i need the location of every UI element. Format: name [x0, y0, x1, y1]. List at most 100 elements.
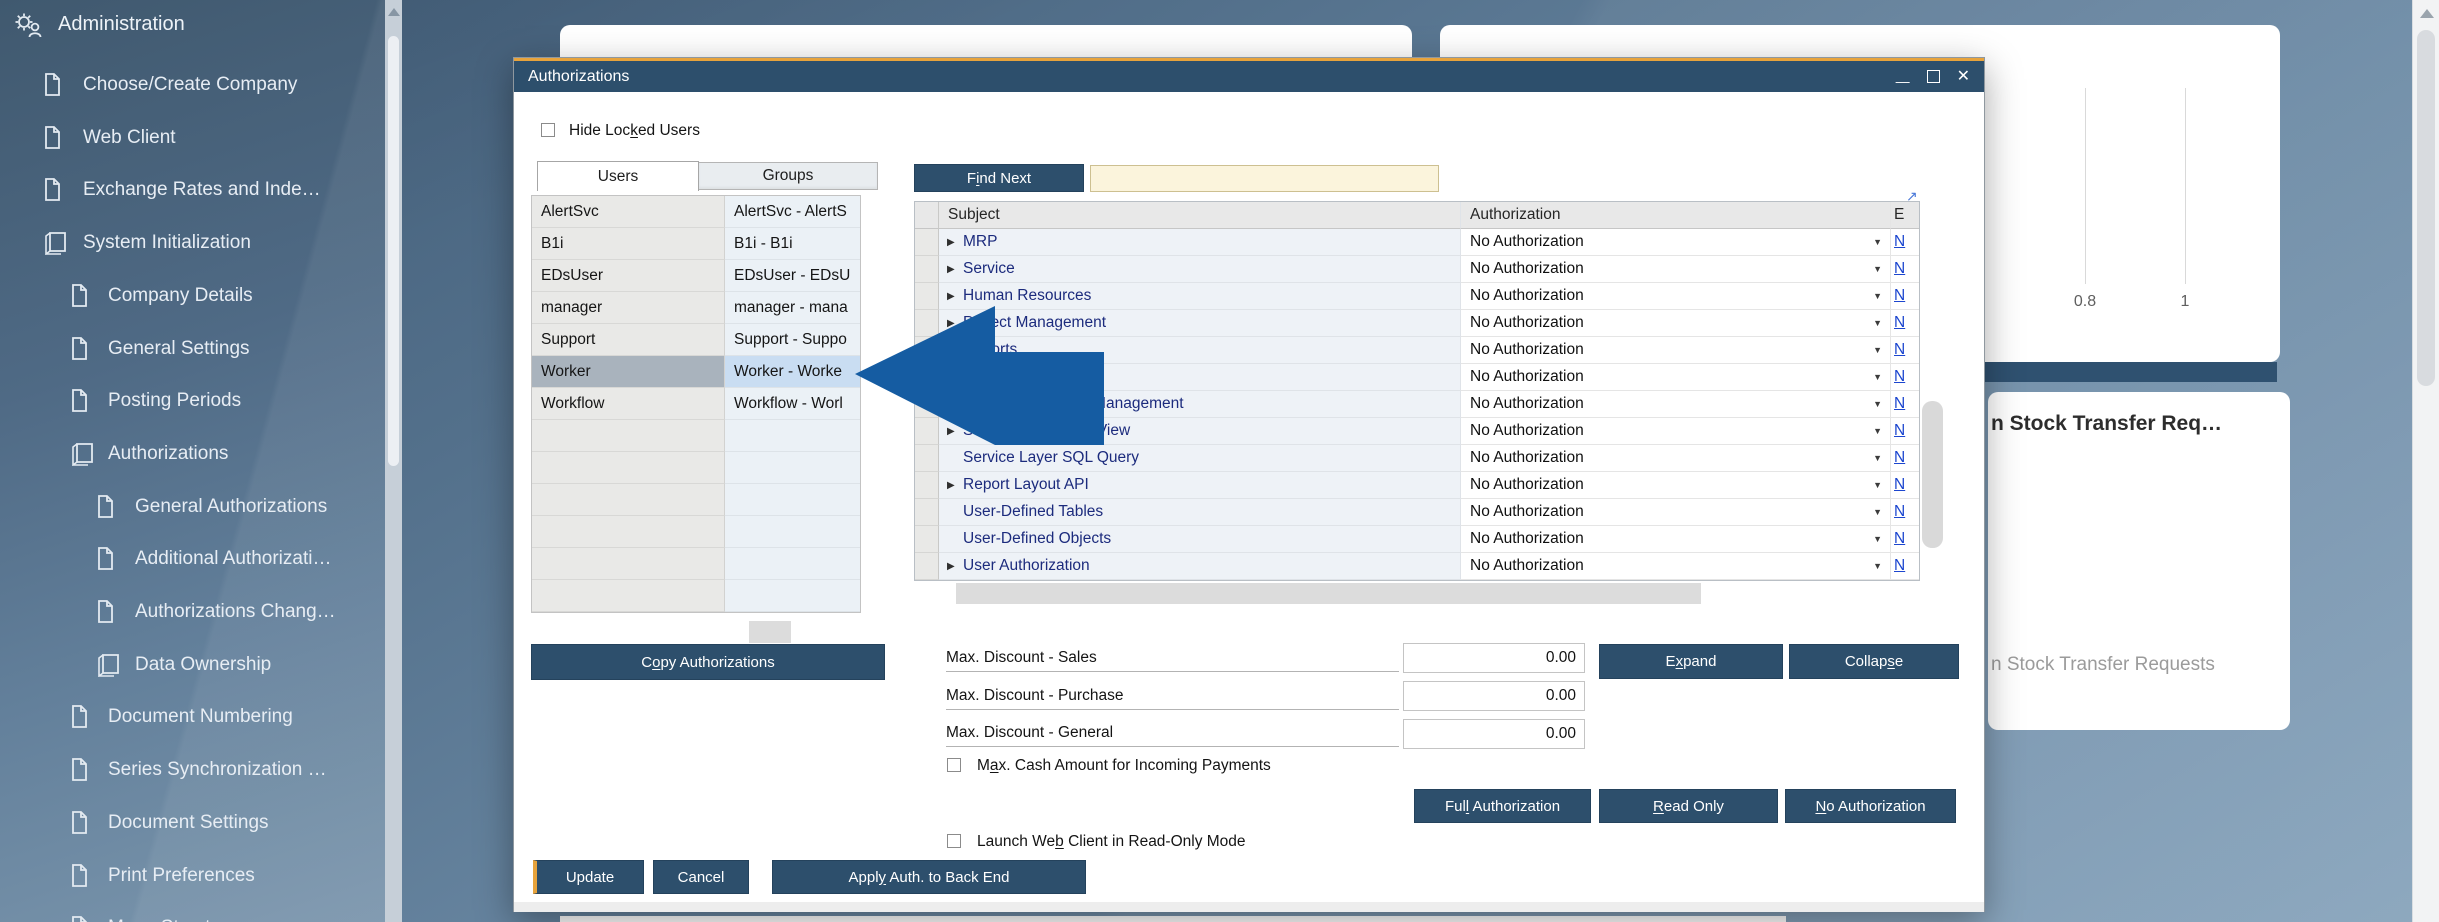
chevron-down-icon[interactable]: ▼ [1873, 372, 1882, 382]
authorization-dropdown-cell[interactable]: No Authorization▼ [1461, 310, 1890, 337]
max-discount-sales-input[interactable]: 0.00 [1403, 643, 1585, 673]
sidebar-item-series-synchronization[interactable]: Series Synchronization … [0, 753, 385, 787]
user-code-cell[interactable] [532, 548, 725, 580]
authorization-link[interactable]: N [1894, 449, 1905, 467]
subject-cell[interactable] [939, 364, 1461, 391]
authorization-dropdown-cell[interactable]: No Authorization▼ [1461, 283, 1890, 310]
authorization-link[interactable]: N [1894, 395, 1905, 413]
expand-button[interactable]: Expand [1599, 644, 1783, 679]
row-selector-cell[interactable] [915, 364, 939, 391]
user-code-cell[interactable]: EDsUser [532, 260, 725, 292]
users-table-hscrollbar-thumb[interactable] [749, 621, 791, 643]
authorization-link[interactable]: N [1894, 260, 1905, 278]
tree-expand-icon[interactable]: ▶ [947, 480, 963, 491]
chevron-down-icon[interactable]: ▼ [1873, 237, 1882, 247]
sidebar-item-authorizations-chang[interactable]: Authorizations Chang… [0, 595, 385, 629]
subject-cell[interactable]: ▶Report Layout API [939, 472, 1461, 499]
user-display-cell[interactable] [725, 516, 860, 548]
user-display-cell[interactable]: Workflow - Worl [725, 388, 860, 420]
subject-cell[interactable]: Service Layer SQL Query [939, 445, 1461, 472]
row-selector-cell[interactable] [915, 310, 939, 337]
user-code-cell[interactable] [532, 580, 725, 612]
grid-header-authorization[interactable]: Authorization [1461, 202, 1890, 229]
user-code-cell[interactable]: Support [532, 324, 725, 356]
user-row-workflow[interactable]: WorkflowWorkflow - Worl [532, 388, 860, 420]
tree-expand-icon[interactable]: ▶ [947, 291, 963, 302]
user-code-cell[interactable]: manager [532, 292, 725, 324]
sidebar-item-additional-authorizati[interactable]: Additional Authorizati… [0, 542, 385, 576]
tree-expand-icon[interactable]: ▶ [947, 561, 963, 572]
sidebar-item-system-initialization[interactable]: System Initialization [0, 226, 385, 260]
row-selector-cell[interactable] [915, 418, 939, 445]
sidebar-item-choose-create-company[interactable]: Choose/Create Company [0, 68, 385, 102]
cancel-button[interactable]: Cancel [653, 860, 749, 894]
launch-web-client-checkbox[interactable] [947, 834, 961, 848]
tree-expand-icon[interactable]: ▶ [947, 264, 963, 275]
max-discount-purchase-input[interactable]: 0.00 [1403, 681, 1585, 711]
sidebar-item-web-client[interactable]: Web Client [0, 121, 385, 155]
sidebar-item-authorizations[interactable]: Authorizations [0, 437, 385, 471]
tree-expand-icon[interactable]: ▶ [947, 345, 963, 356]
authorization-link[interactable]: N [1894, 476, 1905, 494]
user-code-cell[interactable] [532, 452, 725, 484]
sidebar-item-general-settings[interactable]: General Settings [0, 332, 385, 366]
user-code-cell[interactable]: Worker [532, 356, 725, 388]
authorization-link[interactable]: N [1894, 341, 1905, 359]
row-selector-cell[interactable] [915, 526, 939, 553]
sidebar-scroll-up-icon[interactable] [388, 8, 400, 16]
subject-cell[interactable]: ▶Service [939, 256, 1461, 283]
user-row-support[interactable]: SupportSupport - Suppo [532, 324, 860, 356]
authorization-dropdown-cell[interactable]: No Authorization▼ [1461, 553, 1890, 580]
user-code-cell[interactable]: AlertSvc [532, 196, 725, 228]
authorization-dropdown-cell[interactable]: No Authorization▼ [1461, 445, 1890, 472]
sidebar-scrollbar[interactable] [385, 0, 402, 922]
user-row-empty[interactable] [532, 452, 860, 484]
user-display-cell[interactable]: B1i - B1i [725, 228, 860, 260]
tree-expand-icon[interactable]: ▶ [947, 237, 963, 248]
tree-expand-icon[interactable]: ▶ [947, 426, 963, 437]
authorization-dropdown-cell[interactable]: No Authorization▼ [1461, 499, 1890, 526]
user-row-manager[interactable]: managermanager - mana [532, 292, 860, 324]
chevron-down-icon[interactable]: ▼ [1873, 453, 1882, 463]
row-selector-cell[interactable] [915, 229, 939, 256]
authorization-link[interactable]: N [1894, 557, 1905, 575]
chevron-down-icon[interactable]: ▼ [1873, 318, 1882, 328]
authorization-link[interactable]: N [1894, 368, 1905, 386]
user-row-empty[interactable] [532, 484, 860, 516]
user-row-worker[interactable]: WorkerWorker - Worke [532, 356, 860, 388]
chevron-down-icon[interactable]: ▼ [1873, 399, 1882, 409]
sidebar-item-data-ownership[interactable]: Data Ownership [0, 648, 385, 682]
user-display-cell[interactable]: manager - mana [725, 292, 860, 324]
chevron-down-icon[interactable]: ▼ [1873, 345, 1882, 355]
subject-cell[interactable]: Fiori-Style Cockpit Management [939, 391, 1461, 418]
sidebar-scrollbar-thumb[interactable] [388, 36, 399, 466]
sidebar-item-general-authorizations[interactable]: General Authorizations [0, 490, 385, 524]
user-code-cell[interactable] [532, 420, 725, 452]
grid-vscrollbar-thumb[interactable] [1922, 401, 1943, 548]
authorization-dropdown-cell[interactable]: No Authorization▼ [1461, 364, 1890, 391]
authorization-dropdown-cell[interactable]: No Authorization▼ [1461, 337, 1890, 364]
desktop-scrollbar-thumb[interactable] [2417, 30, 2435, 386]
subject-cell[interactable]: User-Defined Tables [939, 499, 1461, 526]
user-row-alertsvc[interactable]: AlertSvcAlertSvc - AlertS [532, 196, 860, 228]
chevron-down-icon[interactable]: ▼ [1873, 480, 1882, 490]
user-row-empty[interactable] [532, 580, 860, 612]
row-selector-cell[interactable] [915, 553, 939, 580]
user-row-empty[interactable] [532, 516, 860, 548]
collapse-button[interactable]: Collapse [1789, 644, 1959, 679]
authorization-dropdown-cell[interactable]: No Authorization▼ [1461, 256, 1890, 283]
row-selector-cell[interactable] [915, 391, 939, 418]
maximize-icon[interactable] [1927, 70, 1940, 83]
sidebar-item-exchange-rates-and-inde[interactable]: Exchange Rates and Inde… [0, 173, 385, 207]
user-row-empty[interactable] [532, 548, 860, 580]
authorization-link[interactable]: N [1894, 422, 1905, 440]
authorization-link[interactable]: N [1894, 233, 1905, 251]
update-button[interactable]: Update [533, 860, 644, 894]
dialog-titlebar[interactable]: Authorizations [514, 61, 1984, 92]
grid-header-expanded[interactable]: E [1890, 202, 1919, 229]
subject-cell[interactable]: ▶Reports [939, 337, 1461, 364]
row-selector-cell[interactable] [915, 256, 939, 283]
authorization-dropdown-cell[interactable]: No Authorization▼ [1461, 229, 1890, 256]
desktop-scroll-up-icon[interactable] [2420, 9, 2434, 18]
chevron-down-icon[interactable]: ▼ [1873, 561, 1882, 571]
